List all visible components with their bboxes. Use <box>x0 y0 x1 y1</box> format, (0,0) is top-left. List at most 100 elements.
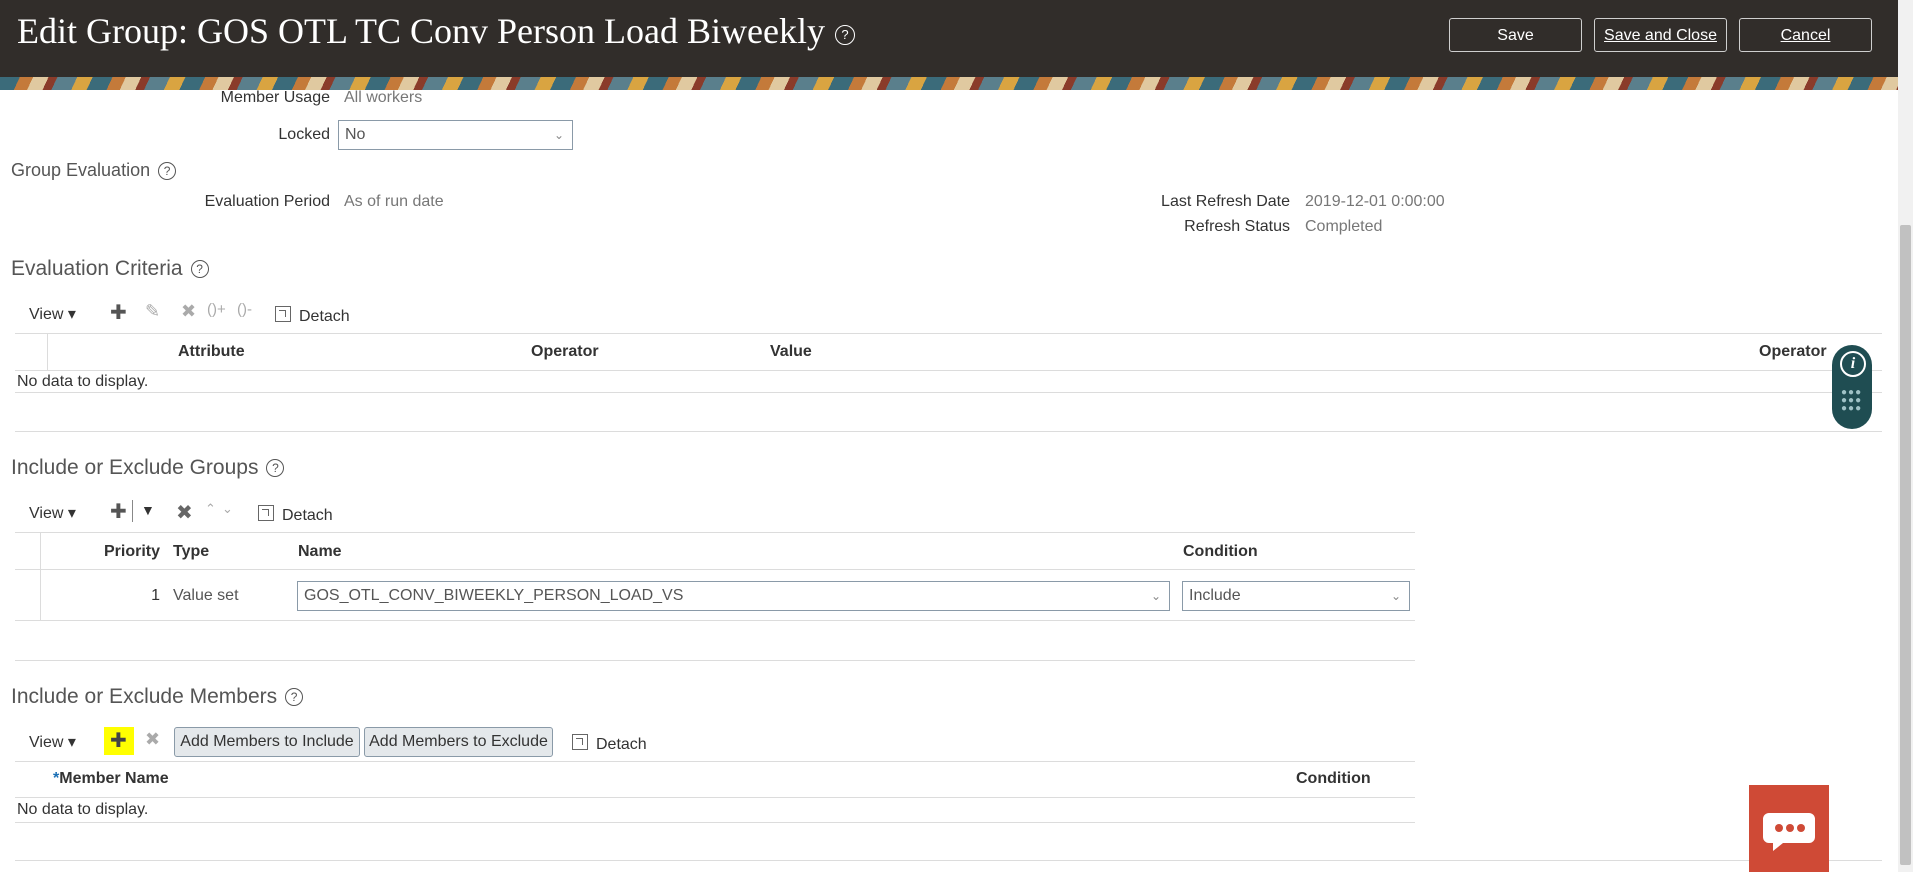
add-member-button[interactable]: ✚ <box>104 727 134 755</box>
type-cell: Value set <box>173 587 239 604</box>
members-view-label: View <box>29 734 64 751</box>
criteria-detach-button[interactable]: Detach <box>275 306 350 326</box>
refresh-status-label: Refresh Status <box>1184 218 1290 235</box>
chevron-down-icon: ⌄ <box>1150 589 1161 603</box>
include-exclude-members-title-text: Include or Exclude Members <box>11 685 278 708</box>
divider <box>47 333 48 370</box>
delete-icon[interactable]: ✖ <box>176 500 193 525</box>
divider <box>15 620 1415 621</box>
page-scrollbar[interactable] <box>1898 0 1913 872</box>
divider <box>15 860 1882 861</box>
column-header-type[interactable]: Type <box>173 543 209 561</box>
save-and-close-label: Save and Close <box>1604 27 1717 44</box>
divider <box>15 431 1882 432</box>
info-widget[interactable]: i ●●● ●●● ●●● <box>1832 345 1872 429</box>
evaluation-period-label: Evaluation Period <box>204 193 330 210</box>
groups-view-label: View <box>29 505 64 522</box>
edit-icon[interactable]: ✎ <box>145 301 160 322</box>
last-refresh-date-value: 2019-12-01 0:00:00 <box>1305 193 1445 210</box>
column-header-priority[interactable]: Priority <box>60 543 160 561</box>
groups-detach-button[interactable]: Detach <box>258 505 333 525</box>
group-evaluation-title: Group Evaluation? <box>11 160 177 181</box>
add-icon: ✚ <box>110 730 127 752</box>
delete-icon[interactable]: ✖ <box>181 301 196 322</box>
add-icon[interactable]: ✚ <box>110 499 127 524</box>
help-icon[interactable]: ? <box>834 24 855 45</box>
grid-menu-icon[interactable]: ●●● ●●● ●●● <box>1841 388 1862 414</box>
page-title: Edit Group: GOS OTL TC Conv Person Load … <box>17 10 855 52</box>
include-exclude-groups-title-text: Include or Exclude Groups <box>11 456 259 479</box>
detach-icon <box>275 306 291 322</box>
members-detach-button[interactable]: Detach <box>572 734 647 754</box>
detach-icon <box>258 505 274 521</box>
condition-select[interactable]: Include ⌄ <box>1182 581 1410 611</box>
chevron-down-icon: ⌄ <box>553 128 564 142</box>
scrollbar-thumb[interactable] <box>1900 225 1911 865</box>
group-evaluation-title-text: Group Evaluation <box>11 160 151 180</box>
info-icon[interactable]: i <box>1840 351 1866 377</box>
members-detach-label: Detach <box>596 736 647 753</box>
evaluation-period-value: As of run date <box>344 193 444 210</box>
help-icon[interactable]: ? <box>190 260 209 279</box>
last-refresh-date-label: Last Refresh Date <box>1161 193 1290 210</box>
divider <box>15 569 1415 570</box>
condition-value: Include <box>1189 587 1241 604</box>
chevron-down-icon: ⌄ <box>1390 589 1401 603</box>
divider <box>132 500 133 522</box>
group-name-select[interactable]: GOS_OTL_CONV_BIWEEKLY_PERSON_LOAD_VS ⌄ <box>297 581 1170 611</box>
member-usage-label: Member Usage <box>220 89 330 106</box>
move-up-icon[interactable]: ⌃ <box>205 501 216 517</box>
help-icon[interactable]: ? <box>158 162 177 181</box>
delete-icon[interactable]: ✖ <box>145 729 160 750</box>
divider <box>40 532 41 620</box>
divider <box>15 797 1415 798</box>
help-icon[interactable]: ? <box>266 459 285 478</box>
groups-view-menu[interactable]: View ▾ <box>29 503 76 523</box>
add-members-to-exclude-button[interactable]: Add Members to Exclude <box>364 727 553 757</box>
column-header-operator-2[interactable]: Operator <box>1759 343 1827 361</box>
locked-select-value: No <box>345 126 366 143</box>
chat-icon <box>1763 813 1815 851</box>
evaluation-criteria-title-text: Evaluation Criteria <box>11 257 183 280</box>
divider <box>15 761 1415 762</box>
add-dropdown-chevron-icon[interactable]: ▼ <box>141 502 155 518</box>
column-header-condition[interactable]: Condition <box>1296 770 1371 788</box>
column-header-member-name[interactable]: *Member Name <box>53 770 169 788</box>
divider <box>15 333 1882 334</box>
save-and-close-button[interactable]: Save and Close <box>1594 18 1727 52</box>
member-usage-value: All workers <box>344 89 423 106</box>
include-exclude-members-title: Include or Exclude Members? <box>11 685 304 709</box>
refresh-status-value: Completed <box>1305 218 1383 235</box>
column-header-name[interactable]: Name <box>298 543 342 561</box>
divider <box>15 532 1415 533</box>
criteria-view-label: View <box>29 306 64 323</box>
locked-select[interactable]: No ⌄ <box>338 120 573 150</box>
column-header-operator[interactable]: Operator <box>531 343 599 361</box>
save-button[interactable]: Save <box>1449 18 1582 52</box>
move-down-icon[interactable]: ⌄ <box>222 501 233 517</box>
add-members-to-include-button[interactable]: Add Members to Include <box>174 727 360 757</box>
cancel-button[interactable]: Cancel <box>1739 18 1872 52</box>
help-icon[interactable]: ? <box>285 688 304 707</box>
group-name-value: GOS_OTL_CONV_BIWEEKLY_PERSON_LOAD_VS <box>304 587 684 604</box>
chat-button[interactable] <box>1749 785 1829 872</box>
page-title-text: Edit Group: GOS OTL TC Conv Person Load … <box>17 11 825 51</box>
divider <box>15 822 1415 823</box>
add-parenthesis-icon[interactable]: ()+ <box>207 301 226 318</box>
cancel-label: Cancel <box>1780 27 1831 44</box>
column-header-condition[interactable]: Condition <box>1183 543 1258 561</box>
evaluation-criteria-title: Evaluation Criteria? <box>11 257 209 281</box>
criteria-view-menu[interactable]: View ▾ <box>29 304 76 324</box>
page-header: Edit Group: GOS OTL TC Conv Person Load … <box>0 0 1898 77</box>
divider <box>15 370 1882 371</box>
detach-icon <box>572 734 588 750</box>
column-header-attribute[interactable]: Attribute <box>178 343 245 361</box>
locked-label: Locked <box>278 126 330 143</box>
remove-parenthesis-icon[interactable]: ()- <box>237 301 252 318</box>
members-view-menu[interactable]: View ▾ <box>29 732 76 752</box>
column-header-value[interactable]: Value <box>770 343 812 361</box>
member-name-header-text: Member Name <box>59 770 169 787</box>
groups-detach-label: Detach <box>282 507 333 524</box>
add-icon[interactable]: ✚ <box>110 300 127 325</box>
criteria-detach-label: Detach <box>299 308 350 325</box>
